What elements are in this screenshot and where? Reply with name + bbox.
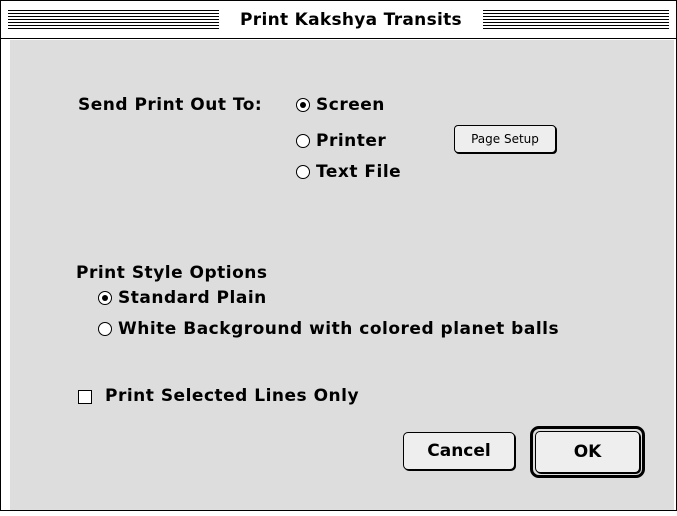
title-bar[interactable]: Print Kakshya Transits	[1, 1, 676, 39]
print-dialog-window: Print Kakshya Transits Send Print Out To…	[0, 0, 677, 511]
title-bar-stripes-right	[483, 10, 669, 30]
radio-printer-label[interactable]: Printer	[316, 131, 386, 151]
dialog-content: Send Print Out To: Screen Printer Text F…	[10, 40, 674, 510]
radio-screen-indicator[interactable]	[296, 98, 310, 112]
radio-screen-label[interactable]: Screen	[316, 95, 385, 115]
radio-text-file-indicator[interactable]	[296, 165, 310, 179]
ok-button[interactable]: OK	[535, 431, 640, 473]
radio-printer-indicator[interactable]	[296, 134, 310, 148]
cancel-button[interactable]: Cancel	[403, 432, 515, 470]
window-title: Print Kakshya Transits	[219, 7, 483, 33]
radio-standard-plain-indicator[interactable]	[98, 291, 112, 305]
radio-white-background-label[interactable]: White Background with colored planet bal…	[118, 319, 559, 339]
radio-standard-plain-label[interactable]: Standard Plain	[118, 288, 267, 308]
print-style-heading: Print Style Options	[76, 263, 268, 283]
page-setup-button[interactable]: Page Setup	[454, 125, 556, 153]
radio-white-background-indicator[interactable]	[98, 322, 112, 336]
radio-text-file-label[interactable]: Text File	[316, 162, 401, 182]
send-print-out-label: Send Print Out To:	[78, 95, 263, 115]
checkbox-selected-lines-label[interactable]: Print Selected Lines Only	[105, 386, 359, 406]
title-bar-stripes-left	[8, 10, 219, 30]
checkbox-selected-lines-box[interactable]	[78, 390, 92, 404]
